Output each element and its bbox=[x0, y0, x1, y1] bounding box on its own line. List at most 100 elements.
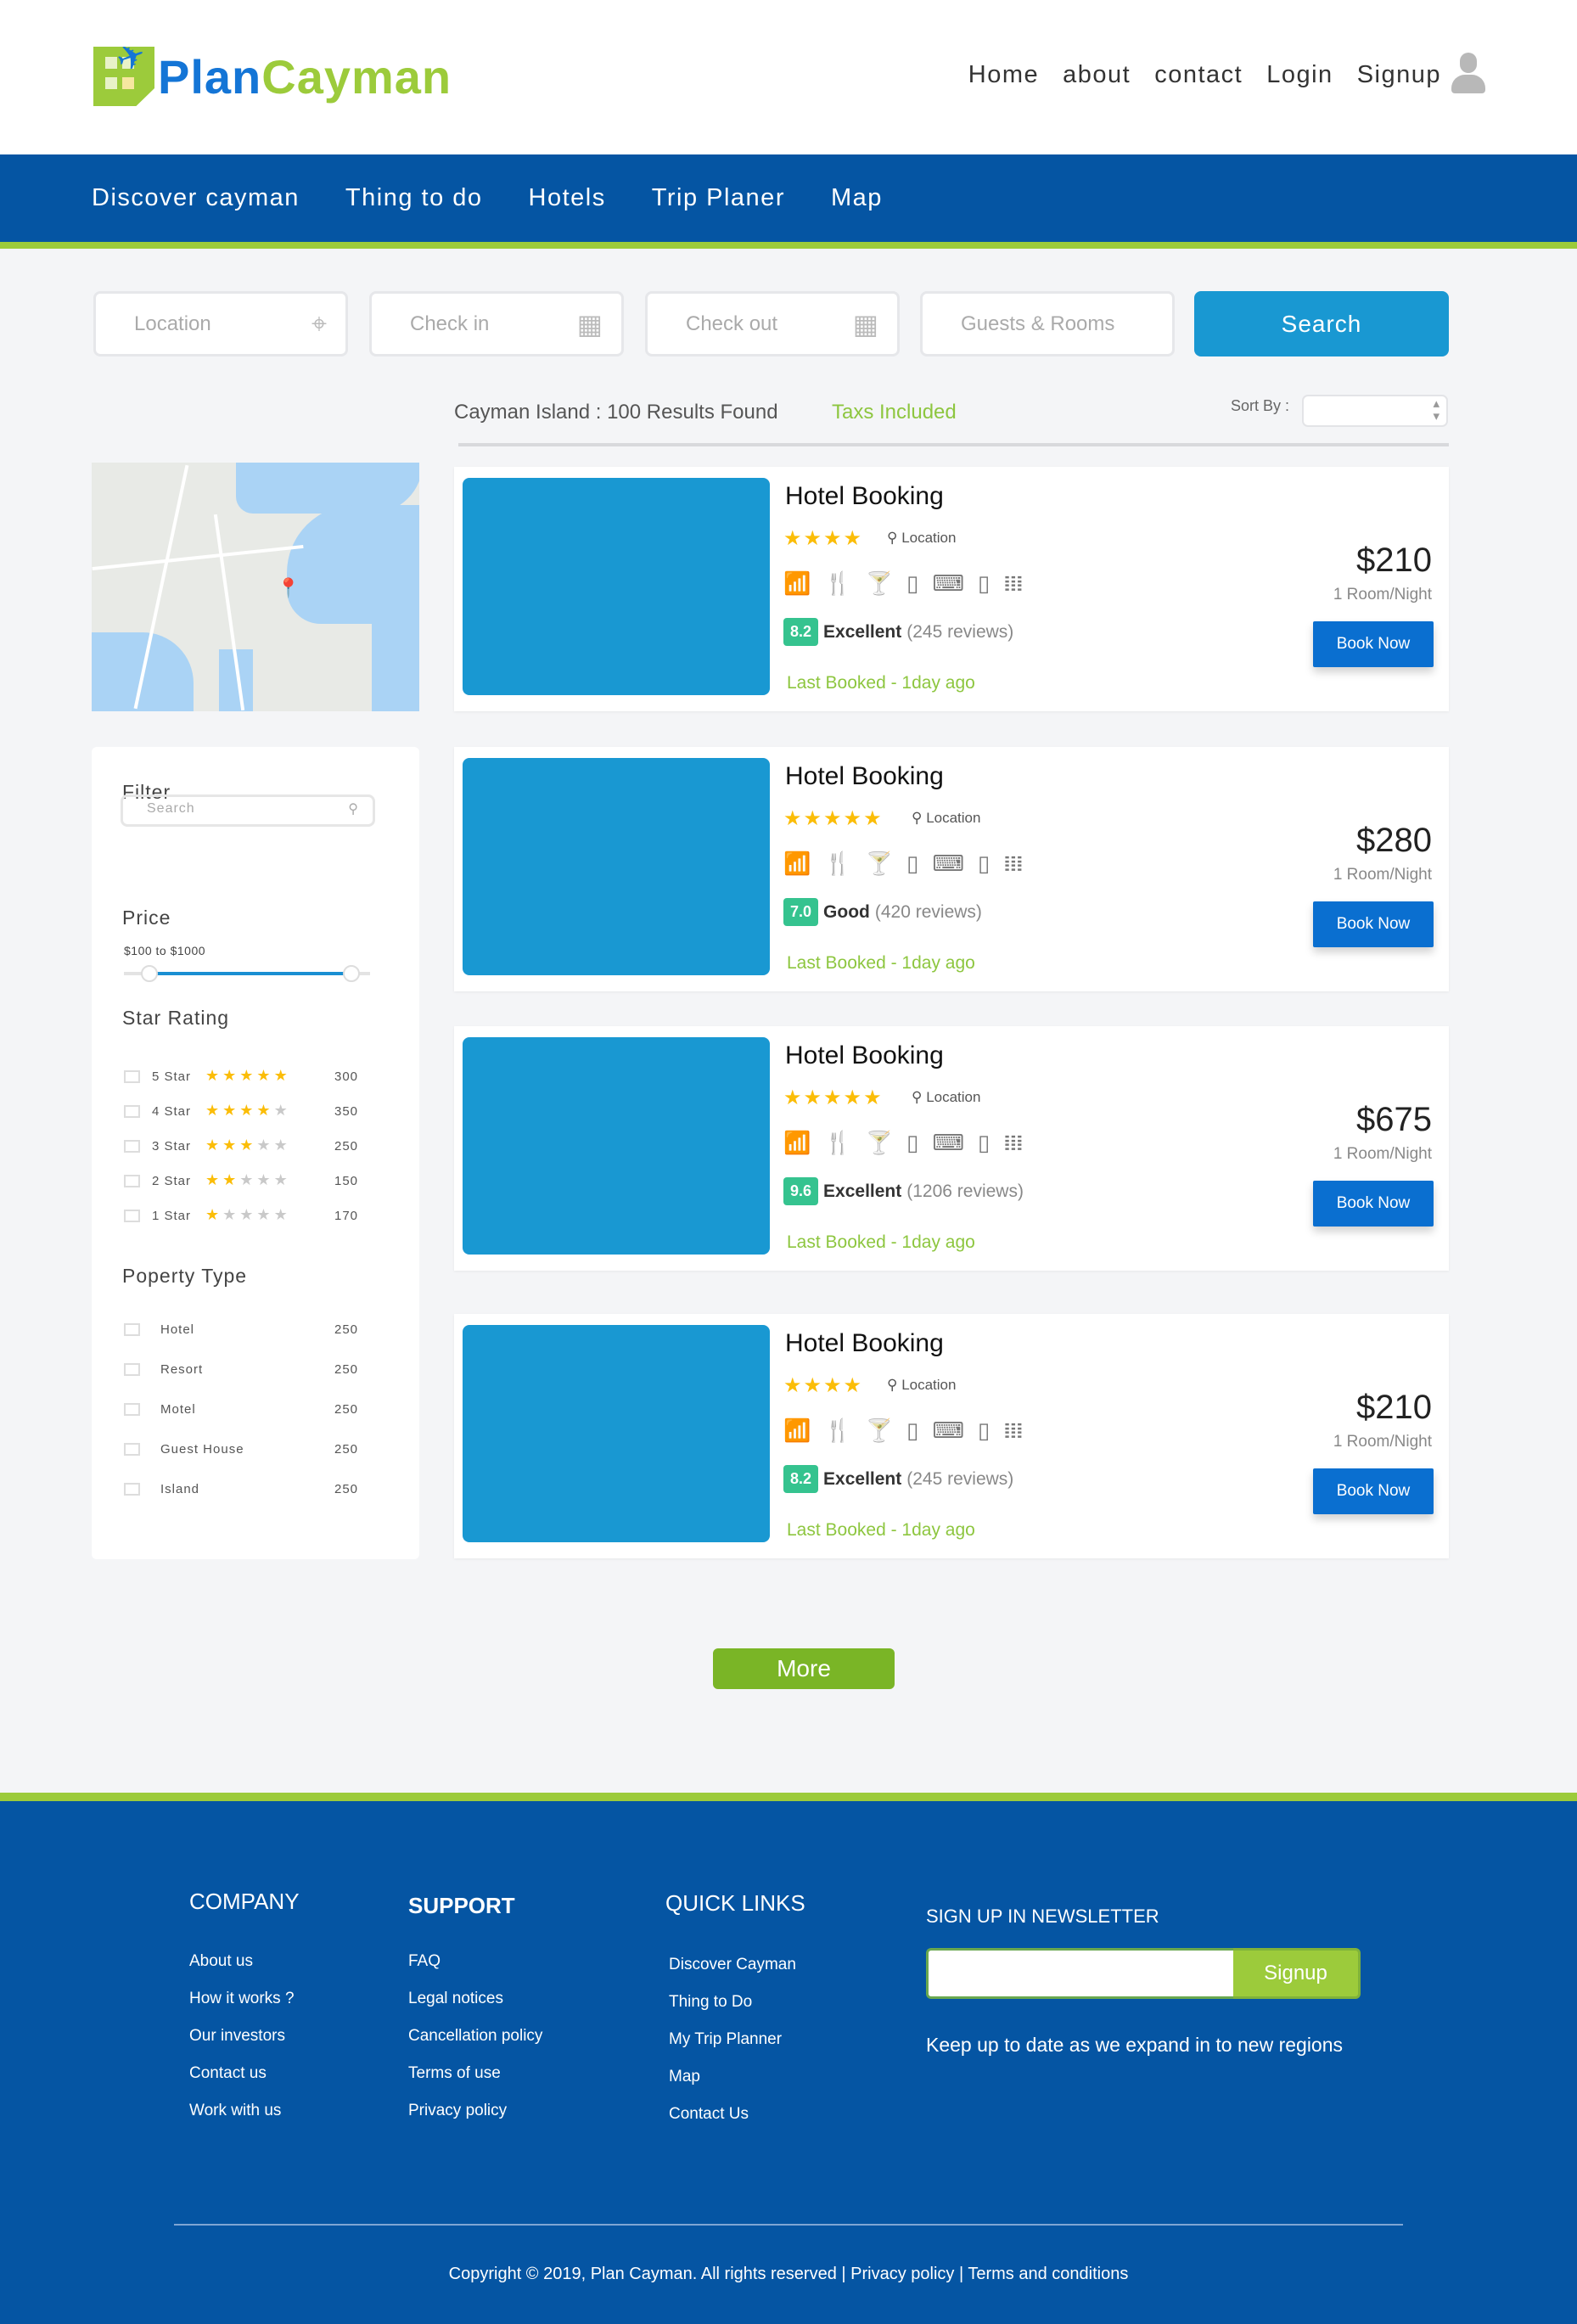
star-icon: ★ bbox=[273, 1067, 291, 1084]
property-type-row[interactable]: Resort bbox=[124, 1362, 203, 1377]
checkbox[interactable] bbox=[124, 1483, 140, 1496]
checkbox[interactable] bbox=[124, 1070, 140, 1083]
review-badge: 7.0 Good (420 reviews) bbox=[783, 898, 982, 926]
book-now-button[interactable]: Book Now bbox=[1313, 1181, 1434, 1227]
user-avatar-icon[interactable] bbox=[1451, 53, 1485, 95]
property-type-row[interactable]: Guest House bbox=[124, 1442, 244, 1457]
checkbox[interactable] bbox=[124, 1403, 140, 1416]
footer-link[interactable]: How it works ? bbox=[189, 1990, 295, 2008]
property-type-row[interactable]: Hotel bbox=[124, 1322, 194, 1337]
sort-by-select[interactable] bbox=[1302, 395, 1448, 427]
parking-icon: ▯ bbox=[906, 1130, 919, 1155]
checkbox[interactable] bbox=[124, 1363, 140, 1376]
star-icon: ★ bbox=[222, 1206, 240, 1223]
book-now-button[interactable]: Book Now bbox=[1313, 1468, 1434, 1514]
footer-link[interactable]: Map bbox=[669, 2068, 700, 2086]
checkbox[interactable] bbox=[124, 1105, 140, 1118]
logo[interactable]: PlanCayman bbox=[93, 47, 452, 106]
map[interactable]: 📍 bbox=[92, 463, 419, 711]
newsletter-signup-button[interactable]: Signup bbox=[1233, 1948, 1361, 1999]
star-icon: ★ bbox=[273, 1171, 291, 1188]
more-button[interactable]: More bbox=[713, 1648, 895, 1689]
hotel-title[interactable]: Hotel Booking bbox=[785, 482, 944, 511]
property-type-row[interactable]: Motel bbox=[124, 1402, 196, 1417]
nav-trip-planer[interactable]: Trip Planer bbox=[652, 184, 785, 212]
nav-signup[interactable]: Signup bbox=[1357, 61, 1441, 89]
price-slider[interactable] bbox=[124, 965, 370, 982]
header: PlanCayman Home about contact Login Sign… bbox=[0, 0, 1577, 154]
price-max-handle[interactable] bbox=[343, 965, 360, 982]
checkbox[interactable] bbox=[124, 1210, 140, 1222]
nav-contact[interactable]: contact bbox=[1154, 61, 1243, 89]
nav-map[interactable]: Map bbox=[831, 184, 883, 212]
checkbox[interactable] bbox=[124, 1323, 140, 1336]
star-filter-row[interactable]: 4 Star bbox=[124, 1104, 191, 1119]
footer-link[interactable]: Contact Us bbox=[669, 2105, 749, 2124]
footer-link[interactable]: Privacy policy bbox=[408, 2102, 507, 2120]
restaurant-icon: 🍴 bbox=[824, 570, 852, 596]
footer-link[interactable]: FAQ bbox=[408, 1952, 441, 1971]
star-filter-count: 250 bbox=[334, 1139, 359, 1154]
hotel-image[interactable] bbox=[463, 478, 770, 695]
footer-link[interactable]: Thing to Do bbox=[669, 1993, 752, 2012]
star-rating-display: ★★★★★ bbox=[205, 1067, 291, 1085]
checkbox[interactable] bbox=[124, 1443, 140, 1456]
star-filter-row[interactable]: 2 Star bbox=[124, 1174, 191, 1188]
checkbox[interactable] bbox=[124, 1175, 140, 1187]
checkbox[interactable] bbox=[124, 1140, 140, 1153]
footer-link[interactable]: About us bbox=[189, 1952, 253, 1971]
book-now-button[interactable]: Book Now bbox=[1313, 901, 1434, 947]
price-range-label: $100 to $1000 bbox=[124, 944, 206, 957]
search-button[interactable]: Search bbox=[1194, 291, 1449, 356]
guests-rooms-input[interactable]: Guests & Rooms bbox=[920, 291, 1175, 356]
footer-link[interactable]: Terms of use bbox=[408, 2064, 501, 2083]
newsletter-email-input[interactable] bbox=[926, 1948, 1233, 1999]
check-in-input[interactable]: Check in ▦ bbox=[369, 291, 624, 356]
hotel-card: Hotel Booking ★★★★★ ⚲ Location 📶 🍴 🍸 ▯ ⌨ ▯ 𝍖 9… bbox=[454, 1026, 1449, 1271]
footer-link[interactable]: Legal notices bbox=[408, 1990, 503, 2008]
nav-hotels[interactable]: Hotels bbox=[529, 184, 606, 212]
hotel-stars: ★★★★★ bbox=[783, 806, 884, 831]
nav-about[interactable]: about bbox=[1063, 61, 1131, 89]
nav-login[interactable]: Login bbox=[1266, 61, 1333, 89]
review-rating: Excellent bbox=[823, 1468, 902, 1489]
footer-link[interactable]: Contact us bbox=[189, 2064, 267, 2083]
hotel-title[interactable]: Hotel Booking bbox=[785, 1041, 944, 1070]
gym-icon: 𝍖 bbox=[1003, 1417, 1024, 1443]
hotel-title[interactable]: Hotel Booking bbox=[785, 762, 944, 791]
star-filter-row[interactable]: 3 Star bbox=[124, 1139, 191, 1154]
star-icon: ★ bbox=[205, 1171, 223, 1188]
hotel-location: ⚲ Location bbox=[912, 1089, 980, 1106]
star-icon: ★ bbox=[803, 807, 824, 830]
star-icon: ★ bbox=[863, 1086, 884, 1109]
hotel-title[interactable]: Hotel Booking bbox=[785, 1329, 944, 1358]
hotel-image[interactable] bbox=[463, 1037, 770, 1255]
hotel-image[interactable] bbox=[463, 1325, 770, 1542]
hotel-card: Hotel Booking ★★★★ ⚲ Location 📶 🍴 🍸 ▯ ⌨ ▯ 𝍖 8.… bbox=[454, 467, 1449, 711]
hotel-image[interactable] bbox=[463, 758, 770, 975]
price-min-handle[interactable] bbox=[141, 965, 158, 982]
star-filter-row[interactable]: 1 Star bbox=[124, 1209, 191, 1223]
filter-search-input[interactable]: Search ⚲ bbox=[121, 794, 375, 827]
filter-panel: Filter Search ⚲ Price $100 to $1000 Star … bbox=[92, 747, 419, 1559]
calendar-icon: ▦ bbox=[576, 308, 603, 340]
book-now-button[interactable]: Book Now bbox=[1313, 621, 1434, 667]
restaurant-icon: 🍴 bbox=[824, 850, 852, 876]
check-out-input[interactable]: Check out ▦ bbox=[645, 291, 900, 356]
footer-link[interactable]: Work with us bbox=[189, 2102, 281, 2120]
footer-link[interactable]: Discover Cayman bbox=[669, 1956, 796, 1974]
property-type-row[interactable]: Island bbox=[124, 1482, 199, 1496]
footer-link[interactable]: Cancellation policy bbox=[408, 2027, 542, 2046]
footer-link[interactable]: My Trip Planner bbox=[669, 2030, 782, 2049]
star-filter-label: 4 Star bbox=[152, 1104, 192, 1119]
nav-discover-cayman[interactable]: Discover cayman bbox=[92, 184, 300, 212]
hotel-stars: ★★★★ bbox=[783, 526, 863, 551]
location-input[interactable]: Location ⌖ bbox=[93, 291, 348, 356]
nav-home[interactable]: Home bbox=[968, 61, 1039, 89]
star-filter-row[interactable]: 5 Star bbox=[124, 1069, 191, 1084]
wifi-icon: 📶 bbox=[783, 1417, 811, 1443]
price-unit: 1 Room/Night bbox=[1333, 866, 1432, 884]
nav-thing-to-do[interactable]: Thing to do bbox=[345, 184, 483, 212]
taxes-included: Taxs Included bbox=[832, 401, 957, 424]
footer-link[interactable]: Our investors bbox=[189, 2027, 285, 2046]
